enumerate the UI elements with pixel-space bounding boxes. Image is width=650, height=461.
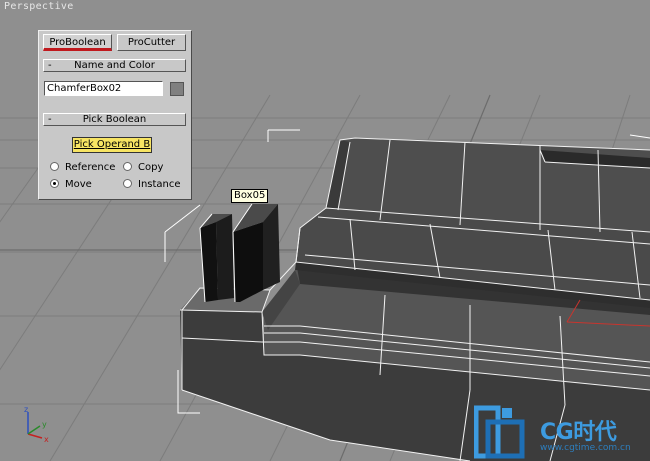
rollout-title: Pick Boolean — [82, 114, 147, 125]
rollout-title: Name and Color — [74, 60, 155, 71]
radio-move[interactable]: Move — [50, 178, 92, 191]
proboolean-panel: ProBoolean ProCutter - Name and Color Ch… — [38, 30, 192, 200]
rollout-pick-boolean[interactable]: - Pick Boolean — [43, 113, 186, 126]
tab-procutter[interactable]: ProCutter — [117, 34, 186, 51]
watermark-brand: CG时代 — [540, 420, 617, 445]
axis-z-label: z — [24, 405, 28, 414]
axis-x-label: x — [44, 435, 49, 444]
object-color-swatch[interactable] — [170, 82, 184, 96]
box05-operand — [199, 203, 280, 303]
tab-proboolean[interactable]: ProBoolean — [43, 34, 112, 51]
radio-label: Copy — [138, 162, 164, 173]
radio-label: Reference — [65, 162, 116, 173]
axis-y-label: y — [42, 420, 47, 429]
radio-reference[interactable]: Reference — [50, 161, 116, 174]
radio-dot-selected-icon — [50, 178, 59, 188]
object-name-field[interactable]: ChamferBox02 — [44, 81, 163, 96]
rollout-name-and-color[interactable]: - Name and Color — [43, 59, 186, 72]
axis-tripod-icon: z y x — [24, 405, 49, 444]
radio-dot-icon — [123, 178, 132, 188]
radio-label: Move — [65, 179, 92, 190]
watermark-url: www.cgtime.com.cn — [540, 443, 631, 453]
viewport-label[interactable]: Perspective — [4, 1, 74, 12]
radio-dot-icon — [123, 161, 132, 171]
radio-dot-icon — [50, 161, 59, 171]
radio-instance[interactable]: Instance — [123, 178, 181, 191]
radio-copy[interactable]: Copy — [123, 161, 164, 174]
pick-operand-b-button[interactable]: Pick Operand B — [72, 137, 152, 153]
radio-label: Instance — [138, 179, 181, 190]
object-tooltip: Box05 — [231, 189, 269, 203]
